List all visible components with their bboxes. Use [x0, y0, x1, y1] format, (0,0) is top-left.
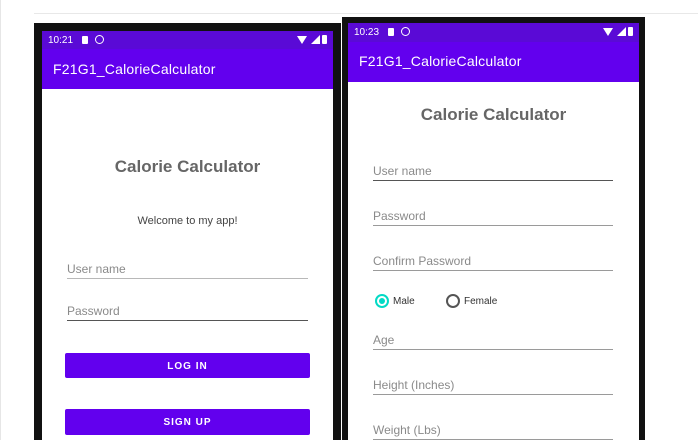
settings-icon — [95, 35, 104, 44]
weight-input[interactable] — [373, 422, 613, 438]
status-time: 10:21 — [48, 35, 74, 46]
battery-icon — [322, 35, 327, 44]
phone-login: 10:21 F21G1_CalorieCalculator Calorie Ca… — [34, 23, 341, 440]
signal-icon — [311, 35, 320, 44]
app-title: F21G1_CalorieCalculator — [359, 53, 522, 69]
password-input[interactable] — [67, 303, 308, 319]
radio-checked-icon[interactable] — [375, 294, 389, 308]
signup-button[interactable]: SIGN UP — [65, 409, 310, 435]
password-field[interactable] — [67, 299, 308, 321]
page-edge — [0, 0, 1, 440]
page-divider — [34, 13, 698, 14]
welcome-text: Welcome to my app! — [137, 215, 238, 227]
status-time: 10:23 — [354, 27, 380, 38]
wifi-icon — [297, 36, 307, 44]
gender-male-radio[interactable]: Male — [375, 293, 415, 309]
confirm-password-field[interactable] — [373, 249, 613, 271]
battery-icon — [628, 27, 633, 36]
wifi-icon — [603, 28, 613, 36]
radio-unchecked-icon[interactable] — [446, 294, 460, 308]
app-title: F21G1_CalorieCalculator — [53, 61, 216, 77]
page-title: Calorie Calculator — [420, 105, 567, 124]
height-field[interactable] — [373, 373, 613, 395]
sd-card-icon — [82, 36, 88, 44]
signup-screen: 10:23 F21G1_CalorieCalculator Calorie Ca… — [348, 23, 639, 440]
password-field[interactable] — [373, 204, 613, 226]
login-screen: 10:21 F21G1_CalorieCalculator Calorie Ca… — [42, 31, 333, 440]
gender-female-radio[interactable]: Female — [446, 293, 497, 309]
app-bar: F21G1_CalorieCalculator — [42, 49, 333, 89]
confirm-password-input[interactable] — [373, 253, 613, 269]
username-field[interactable] — [67, 257, 308, 279]
gender-male-label: Male — [393, 295, 415, 307]
sd-card-icon — [388, 28, 394, 36]
username-field[interactable] — [373, 159, 613, 181]
age-input[interactable] — [373, 332, 613, 348]
page-title: Calorie Calculator — [114, 157, 261, 176]
settings-icon — [401, 27, 410, 36]
username-input[interactable] — [373, 163, 613, 179]
height-input[interactable] — [373, 377, 613, 393]
app-bar: F21G1_CalorieCalculator — [348, 42, 639, 82]
phone-signup: 10:23 F21G1_CalorieCalculator Calorie Ca… — [342, 17, 645, 440]
login-button[interactable]: LOG IN — [65, 353, 310, 378]
status-bar: 10:21 — [42, 31, 333, 49]
weight-field[interactable] — [373, 418, 613, 440]
age-field[interactable] — [373, 328, 613, 350]
gender-female-label: Female — [464, 295, 498, 307]
signal-icon — [617, 27, 626, 36]
password-input[interactable] — [373, 208, 613, 224]
status-bar: 10:23 — [348, 23, 639, 42]
username-input[interactable] — [67, 261, 308, 277]
